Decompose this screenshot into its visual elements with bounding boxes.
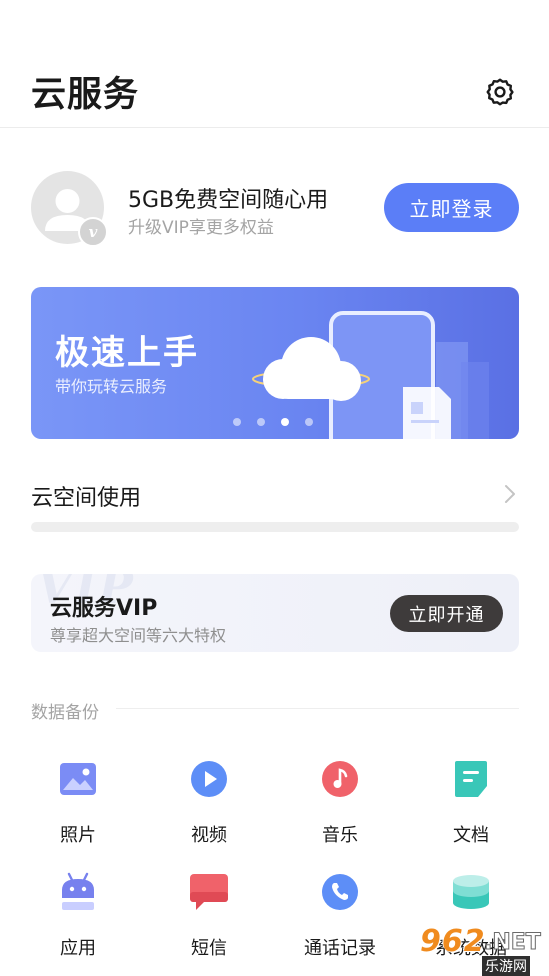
android-icon: [58, 872, 98, 912]
vip-title: 云服务VIP: [50, 596, 158, 621]
cloud-space-label[interactable]: 云空间使用: [31, 480, 141, 512]
watermark-site-name: 乐游网: [482, 956, 530, 976]
backup-item-call-log[interactable]: 通话记录: [285, 872, 395, 962]
site-watermark: 962 .NET 乐游网: [410, 922, 549, 976]
login-button[interactable]: 立即登录: [384, 183, 519, 232]
carousel-dot[interactable]: [257, 418, 265, 426]
backup-item-label: 应用: [60, 938, 96, 959]
backup-item-label: 视频: [191, 825, 227, 846]
account-subtitle: 升级VIP享更多权益: [128, 218, 274, 238]
backup-item-label: 通话记录: [304, 938, 376, 959]
vip-subtitle: 尊享超大空间等六大特权: [50, 626, 227, 645]
message-icon: [189, 872, 229, 912]
backup-section-label: 数据备份: [31, 703, 99, 723]
watermark-number: 962: [420, 924, 486, 959]
backup-item-label: 短信: [191, 938, 227, 959]
carousel-dots: [233, 418, 313, 426]
chevron-right-icon[interactable]: [500, 482, 520, 506]
banner-subtitle: 带你玩转云服务: [55, 377, 168, 396]
phone-icon: [320, 872, 360, 912]
backup-item-label: 照片: [60, 825, 96, 846]
settings-button[interactable]: [480, 72, 520, 112]
carousel-dot[interactable]: [233, 418, 241, 426]
cloud-space-usage-bar: [31, 522, 519, 532]
backup-item-apps[interactable]: 应用: [23, 872, 133, 962]
photo-icon: [58, 759, 98, 799]
carousel-dot-active[interactable]: [281, 418, 289, 426]
vip-badge: v: [78, 217, 108, 247]
quick-start-banner[interactable]: 极速上手 带你玩转云服务: [31, 287, 519, 439]
backup-item-sms[interactable]: 短信: [154, 872, 264, 962]
backup-item-videos[interactable]: 视频: [154, 759, 264, 849]
backup-item-label: 文档: [453, 825, 489, 846]
banner-title: 极速上手: [55, 333, 199, 373]
backup-item-photos[interactable]: 照片: [23, 759, 133, 849]
carousel-dot[interactable]: [305, 418, 313, 426]
system-data-icon: [451, 872, 491, 912]
video-icon: [189, 759, 229, 799]
document-icon: [451, 759, 491, 799]
gear-icon: [486, 78, 514, 106]
section-divider: [116, 708, 519, 709]
account-title: 5GB免费空间随心用: [128, 188, 329, 213]
header-divider: [0, 127, 549, 128]
backup-item-label: 音乐: [322, 825, 358, 846]
vip-activate-button[interactable]: 立即开通: [390, 595, 503, 632]
music-icon: [320, 759, 360, 799]
vip-card[interactable]: VIP 云服务VIP 尊享超大空间等六大特权 立即开通: [31, 574, 519, 652]
page-title: 云服务: [31, 75, 140, 115]
backup-item-documents[interactable]: 文档: [416, 759, 526, 849]
backup-item-music[interactable]: 音乐: [285, 759, 395, 849]
watermark-net: .NET: [484, 930, 542, 956]
